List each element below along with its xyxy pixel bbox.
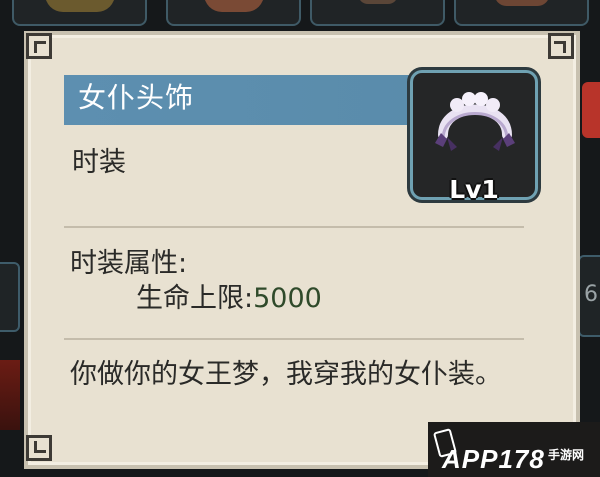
corner-ornament	[548, 33, 574, 59]
watermark-brand: APP178	[442, 444, 545, 474]
corner-ornament	[26, 435, 52, 461]
item-icon-frame: Lv1	[410, 70, 538, 204]
side-number: 6	[584, 282, 598, 307]
attribute-value: 5000	[253, 283, 322, 314]
item-thumbnail	[494, 0, 549, 6]
maid-headdress-icon	[435, 92, 515, 151]
item-description: 你做你的女王梦，我穿我的女仆装。	[70, 359, 502, 390]
inventory-slot[interactable]	[454, 0, 589, 26]
item-thumbnail	[44, 0, 115, 12]
inventory-slot[interactable]	[310, 0, 445, 26]
watermark: APP178 手游网	[428, 422, 600, 477]
attribute-label: 生命上限:	[136, 283, 254, 314]
item-category: 时装	[72, 147, 126, 178]
side-panel-box-left	[0, 262, 20, 332]
item-name: 女仆头饰	[78, 81, 195, 114]
item-thumbnail	[203, 0, 264, 12]
watermark-sub: 手游网	[548, 448, 585, 462]
game-screen: 6 女仆头饰 时装 Lv1 时装属性: 生命上限:5000 你做你的女王梦，我穿…	[0, 0, 600, 477]
corner-ornament	[26, 33, 52, 59]
attributes-header: 时装属性:	[70, 248, 188, 279]
item-thumbnail	[357, 0, 398, 4]
divider	[64, 226, 524, 228]
inventory-slot[interactable]	[166, 0, 301, 26]
side-tab-button[interactable]	[582, 82, 600, 138]
side-banner	[0, 360, 20, 430]
divider	[64, 338, 524, 340]
attribute-row: 生命上限:5000	[136, 282, 322, 316]
inventory-slot[interactable]	[12, 0, 147, 26]
item-level-label: Lv1	[449, 175, 499, 204]
